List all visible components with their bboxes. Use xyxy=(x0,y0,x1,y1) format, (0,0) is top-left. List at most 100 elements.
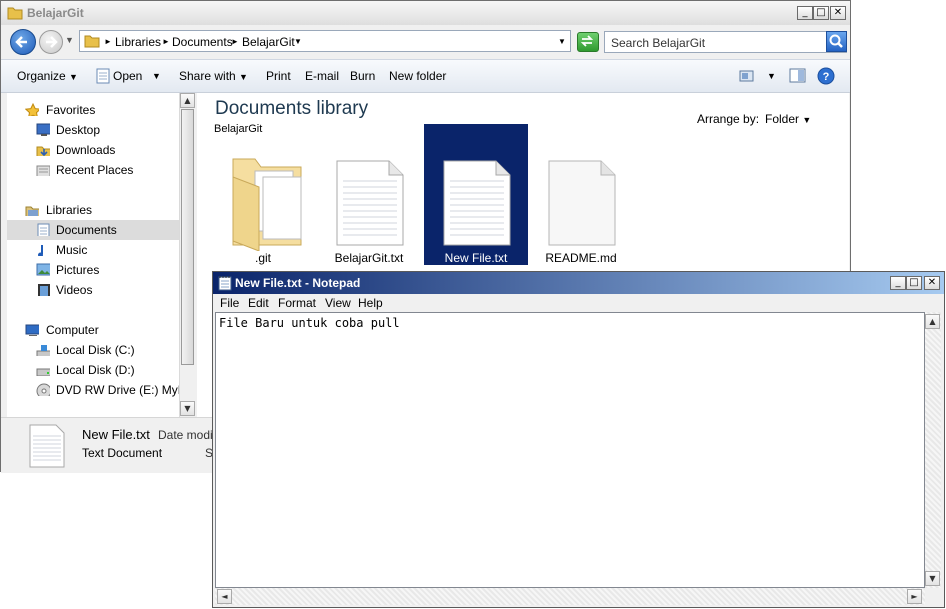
menu-view[interactable]: View xyxy=(325,296,351,310)
help-icon[interactable]: ? xyxy=(817,67,835,85)
nav-libraries-label: Libraries xyxy=(46,203,93,217)
notepad-maximize-button[interactable]: □ xyxy=(906,276,922,290)
dvd-icon xyxy=(36,383,50,396)
menu-help[interactable]: Help xyxy=(358,296,383,310)
notepad-menubar: File Edit Format View Help xyxy=(213,294,944,312)
chevron-right-icon[interactable]: ► xyxy=(162,37,170,46)
text-file-icon xyxy=(29,424,65,468)
libraries-icon xyxy=(25,206,39,216)
scroll-down-icon[interactable]: ▼ xyxy=(925,571,940,586)
scroll-left-icon[interactable]: ◄ xyxy=(217,589,232,604)
nav-computer[interactable]: Computer xyxy=(7,320,179,340)
scroll-down-icon[interactable]: ▼ xyxy=(180,401,195,416)
file-item-readme-md[interactable]: README.md xyxy=(529,153,633,271)
scroll-right-icon[interactable]: ► xyxy=(907,589,922,604)
nav-documents[interactable]: Documents xyxy=(7,220,179,240)
nav-scrollbar[interactable]: ▲ ▼ xyxy=(179,93,196,417)
notepad-minimize-button[interactable]: _ xyxy=(890,276,906,290)
back-button[interactable] xyxy=(10,29,36,55)
file-item-new-file-txt[interactable]: New File.txt xyxy=(424,124,528,265)
menu-edit[interactable]: Edit xyxy=(248,296,269,310)
blank-file-icon xyxy=(548,160,616,246)
menu-file[interactable]: File xyxy=(220,296,239,310)
open-dropdown-icon[interactable]: ▼ xyxy=(152,71,161,81)
nav-desktop-label: Desktop xyxy=(56,123,101,137)
search-input[interactable]: Search BelajarGit xyxy=(604,31,847,53)
notepad-window: New File.txt - Notepad _ □ ✕ File Edit F… xyxy=(212,271,945,608)
nav-local-disk-d[interactable]: Local Disk (D:) xyxy=(7,360,179,380)
star-icon xyxy=(25,103,39,116)
burn-button[interactable]: Burn xyxy=(350,69,375,83)
arrow-right-icon xyxy=(46,36,58,48)
nav-recent-places-label: Recent Places xyxy=(56,163,134,177)
nav-videos[interactable]: Videos xyxy=(7,280,179,300)
menu-format[interactable]: Format xyxy=(278,296,316,310)
minimize-button[interactable]: _ xyxy=(797,6,813,20)
address-dropdown-icon[interactable]: ▼ xyxy=(558,37,566,46)
file-item-belajargit-txt[interactable]: BelajarGit.txt xyxy=(317,153,421,271)
arrange-by-dropdown[interactable]: Folder ▼ xyxy=(765,112,811,126)
breadcrumb-documents[interactable]: Documents xyxy=(172,35,233,49)
notepad-titlebar[interactable]: New File.txt - Notepad _ □ ✕ xyxy=(213,272,944,294)
chevron-right-icon[interactable]: ► xyxy=(231,37,239,46)
nav-pictures-label: Pictures xyxy=(56,263,100,277)
address-bar[interactable]: ► Libraries ► Documents ► BelajarGit ▼ ▼ xyxy=(79,30,571,52)
preview-pane-icon[interactable] xyxy=(789,68,807,84)
window-title: BelajarGit xyxy=(27,6,84,20)
scroll-up-icon[interactable]: ▲ xyxy=(180,93,195,108)
scroll-thumb[interactable] xyxy=(181,109,194,365)
file-name: .git xyxy=(254,251,271,265)
nav-dvd-drive-label: DVD RW Drive (E:) MyDisc xyxy=(56,383,179,397)
explorer-titlebar[interactable]: BelajarGit _ □ ✕ xyxy=(1,1,850,25)
close-button[interactable]: ✕ xyxy=(830,6,846,20)
details-date-label: Date modifi xyxy=(158,428,219,442)
library-subtitle: BelajarGit xyxy=(214,123,263,135)
notepad-text-area[interactable]: File Baru untuk coba pull xyxy=(215,312,925,588)
nav-favorites[interactable]: Favorites xyxy=(7,100,179,120)
email-button[interactable]: E-mail xyxy=(305,69,339,83)
nav-dvd-drive[interactable]: DVD RW Drive (E:) MyDisc xyxy=(7,380,179,400)
folder-icon xyxy=(84,35,100,48)
notepad-vscrollbar[interactable]: ▲ ▼ xyxy=(925,312,941,588)
refresh-button[interactable] xyxy=(577,32,599,52)
breadcrumb-libraries[interactable]: Libraries xyxy=(115,35,161,49)
nav-pictures[interactable]: Pictures xyxy=(7,260,179,280)
nav-libraries[interactable]: Libraries xyxy=(7,200,179,220)
scroll-up-icon[interactable]: ▲ xyxy=(925,314,940,329)
notepad-hscrollbar[interactable]: ◄ ► xyxy=(215,588,925,605)
file-item-git[interactable]: .git xyxy=(211,153,315,271)
folder-icon xyxy=(7,7,23,20)
history-dropdown-icon[interactable]: ▼ xyxy=(65,35,74,45)
open-button[interactable]: Open xyxy=(113,69,142,83)
chevron-down-icon: ▼ xyxy=(69,72,78,82)
details-file-type: Text Document xyxy=(82,446,163,460)
arrange-by-label: Arrange by: xyxy=(697,112,760,126)
svg-text:?: ? xyxy=(823,71,830,83)
nav-local-disk-c[interactable]: Local Disk (C:) xyxy=(7,340,179,360)
chevron-down-icon[interactable]: ▼ xyxy=(294,37,302,46)
library-title: Documents library xyxy=(215,98,369,119)
breadcrumb-belajargit[interactable]: BelajarGit xyxy=(242,35,295,49)
nav-desktop[interactable]: Desktop xyxy=(7,120,179,140)
nav-music[interactable]: Music xyxy=(7,240,179,260)
search-icon xyxy=(829,34,843,48)
folder-icon xyxy=(232,158,302,251)
notepad-close-button[interactable]: ✕ xyxy=(924,276,940,290)
arrow-left-icon xyxy=(15,36,27,48)
share-with-button[interactable]: Share with ▼ xyxy=(179,69,248,83)
forward-button[interactable] xyxy=(39,30,63,54)
desktop-icon xyxy=(36,123,50,136)
print-button[interactable]: Print xyxy=(266,69,291,83)
new-folder-button[interactable]: New folder xyxy=(389,69,446,83)
organize-button[interactable]: Organize ▼ xyxy=(17,69,78,83)
view-options-icon[interactable] xyxy=(739,69,755,83)
view-dropdown-icon[interactable]: ▼ xyxy=(767,71,776,81)
maximize-button[interactable]: □ xyxy=(813,6,829,20)
search-button[interactable] xyxy=(826,31,847,52)
nav-downloads[interactable]: Downloads xyxy=(7,140,179,160)
notepad-icon xyxy=(218,276,232,291)
chevron-right-icon[interactable]: ► xyxy=(104,37,112,46)
open-label: Open xyxy=(113,69,143,83)
arrange-by-value: Folder xyxy=(765,112,800,126)
nav-recent-places[interactable]: Recent Places xyxy=(7,160,179,180)
